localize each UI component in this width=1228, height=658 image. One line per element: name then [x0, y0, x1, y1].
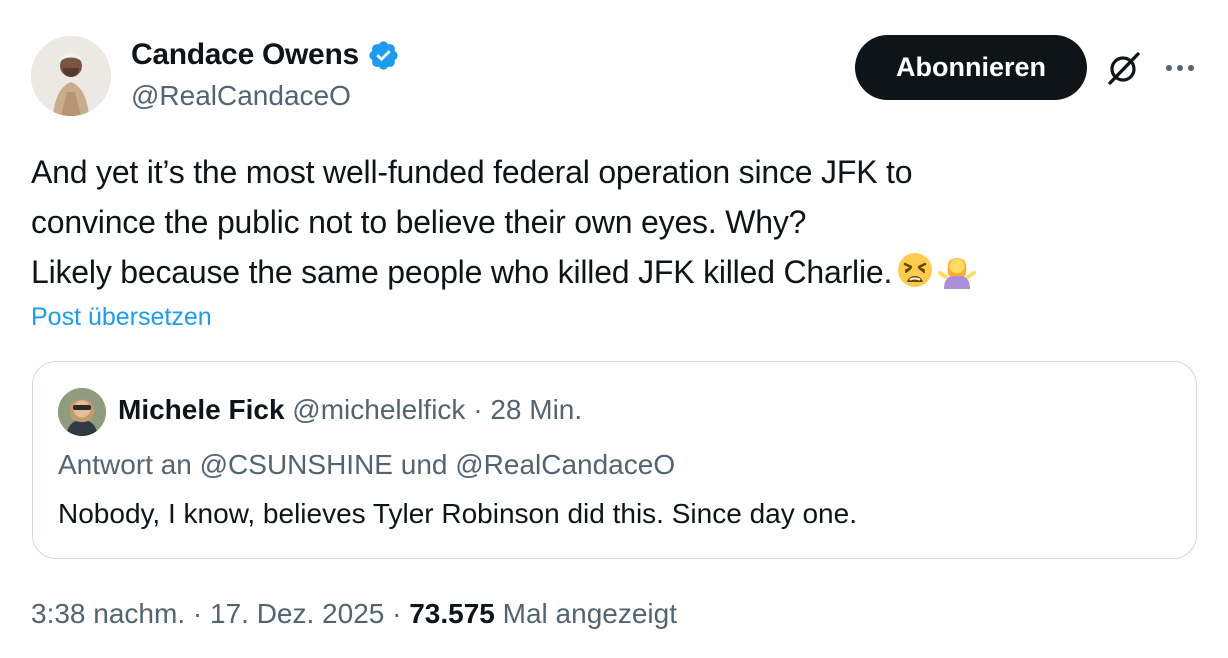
more-options-icon[interactable]	[1160, 48, 1200, 88]
quoted-reply-context: Antwort an @CSUNSHINE und @RealCandaceO	[58, 449, 676, 480]
tweet-metadata: 3:38 nachm. · 17. Dez. 2025 · 73.575 Mal…	[31, 598, 677, 630]
footer-separator: ·	[392, 598, 402, 629]
author-name-row[interactable]: Candace Owens	[131, 38, 400, 72]
tweet-text-line: Likely because the same people who kille…	[31, 247, 1191, 297]
weary-face-emoji-icon	[896, 251, 934, 289]
quoted-time[interactable]: 28 Min.	[490, 394, 582, 425]
tweet-text-line: And yet it’s the most well-funded federa…	[31, 154, 913, 190]
woman-shrugging-emoji-icon	[938, 251, 977, 289]
views-label: Mal angezeigt	[502, 598, 677, 629]
verified-badge-icon	[367, 39, 400, 72]
tweet-date[interactable]: 17. Dez. 2025	[210, 598, 384, 629]
author-display-name[interactable]: Candace Owens	[131, 38, 359, 72]
quoted-tweet-card[interactable]: Michele Fick @michelelfick · 28 Min. Ant…	[32, 361, 1197, 559]
footer-separator: ·	[192, 598, 203, 629]
author-handle[interactable]: @RealCandaceO	[131, 80, 351, 112]
tweet-text: And yet it’s the most well-funded federa…	[31, 147, 1191, 297]
author-avatar[interactable]	[31, 36, 111, 116]
tweet-time[interactable]: 3:38 nachm.	[31, 598, 185, 629]
follow-button[interactable]: Abonnieren	[855, 35, 1087, 100]
grok-icon[interactable]	[1105, 49, 1143, 87]
quoted-header: Michele Fick @michelelfick · 28 Min.	[118, 394, 582, 426]
quoted-separator: ·	[473, 394, 483, 425]
quoted-text: Nobody, I know, believes Tyler Robinson …	[58, 498, 857, 529]
quoted-author-avatar[interactable]	[58, 388, 106, 436]
views-count: 73.575	[409, 598, 495, 629]
tweet-text-line-content: Likely because the same people who kille…	[31, 254, 893, 290]
tweet: Candace Owens @RealCandaceO Abonnieren A…	[0, 0, 1228, 658]
quoted-handle[interactable]: @michelelfick	[292, 394, 465, 425]
translate-post-link[interactable]: Post übersetzen	[31, 303, 212, 332]
tweet-text-line: convince the public not to believe their…	[31, 204, 807, 240]
quoted-display-name[interactable]: Michele Fick	[118, 394, 285, 425]
